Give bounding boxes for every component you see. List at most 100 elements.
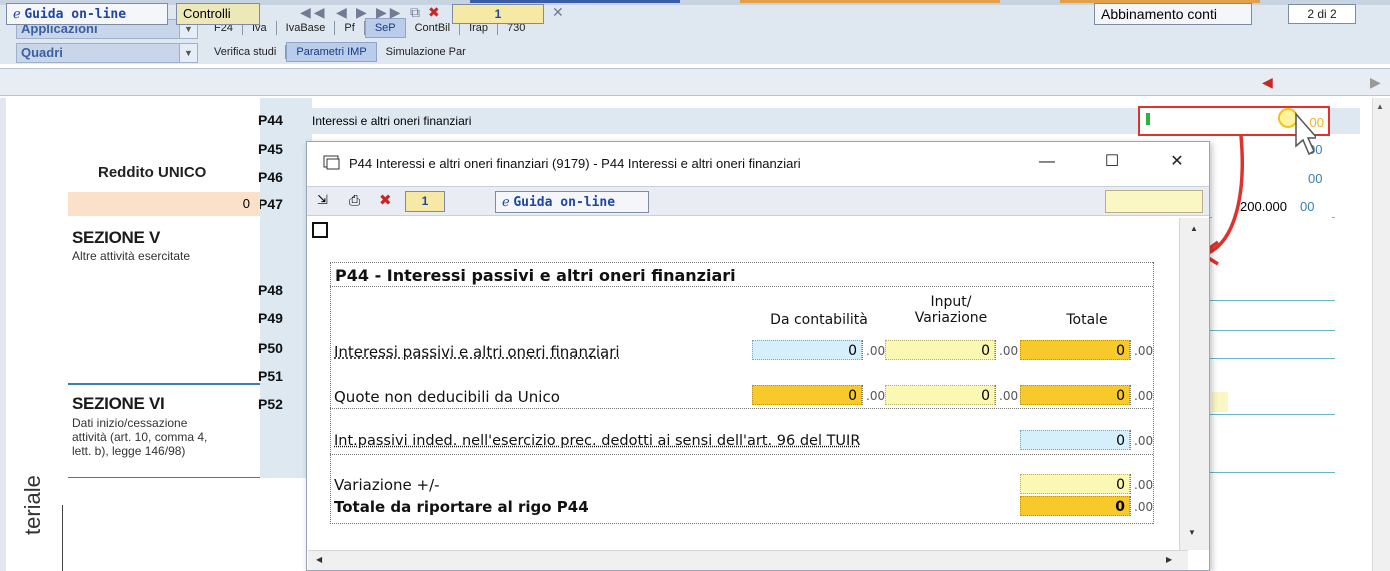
sezione-vi-line: lett. b), legge 146/98)	[72, 444, 186, 458]
controlli-label: Controlli	[183, 6, 231, 21]
vertical-rule	[62, 505, 63, 571]
guida-label: Guida on-line	[513, 195, 616, 210]
tab-verifica-studi[interactable]: Verifica studi	[205, 45, 287, 59]
popup-titlebar[interactable]: P44 Interessi e altri oneri finanziari (…	[307, 142, 1209, 186]
row-code-p47: P47	[258, 196, 283, 212]
row-label-variazione: Variazione +/-	[334, 476, 440, 494]
next-form-icon[interactable]: ▶	[1370, 74, 1381, 91]
copy-page-icon[interactable]: ⧉	[410, 4, 423, 21]
popup-horizontal-scrollbar[interactable]: ◀ ▶	[308, 550, 1188, 570]
sezione-v-subtitle: Altre attività esercitate	[72, 249, 191, 263]
abbinamento-label: Abbinamento conti	[1101, 6, 1217, 22]
section-divider	[68, 383, 260, 385]
sezione-vi-line: Dati inizio/cessazione	[72, 416, 188, 430]
status-marker	[1146, 113, 1150, 125]
chevron-down-icon[interactable]: ▼	[179, 44, 197, 62]
cents-label: .00	[1130, 430, 1154, 450]
totale-da-riportare-field[interactable]: 0	[1020, 496, 1130, 516]
reddito-value-text: 0	[242, 196, 250, 211]
cursor-click-icon	[1278, 108, 1316, 156]
cents-label: .00	[1130, 340, 1154, 360]
col-header-totale: Totale	[1066, 312, 1108, 328]
cents-label: .00	[1130, 474, 1154, 494]
int-passivi-field[interactable]: 0	[1020, 430, 1130, 450]
da-contabilita-field[interactable]: 0	[752, 340, 862, 360]
row-code-p51: P51	[258, 368, 283, 384]
divider	[1210, 414, 1335, 415]
main-scrollbar[interactable]: ▲	[1372, 98, 1390, 571]
prev-form-icon[interactable]: ◀	[1262, 74, 1273, 91]
prev-page-icon[interactable]: ◀	[336, 4, 350, 21]
popup-content: P44 - Interessi passivi e altri oneri fi…	[308, 218, 1178, 548]
maximize-icon[interactable]: ☐	[1102, 152, 1122, 172]
variazione-field[interactable]: 0	[1020, 474, 1130, 494]
popup-title: P44 Interessi e altri oneri finanziari (…	[349, 156, 801, 171]
col-header-input-line: Input/	[930, 294, 972, 310]
divider	[1210, 358, 1335, 359]
main-toolbar	[0, 68, 1390, 96]
import-icon[interactable]: ⇲	[317, 192, 328, 208]
tab-sep[interactable]: SeP	[364, 18, 406, 38]
row-code-p49: P49	[258, 310, 283, 326]
col-header-input-line: Variazione	[914, 310, 988, 326]
row-p44-label: Interessi e altri oneri finanziari	[312, 114, 472, 128]
totale-field[interactable]: 0	[1020, 385, 1130, 405]
da-contabilita-field[interactable]: 0	[752, 385, 862, 405]
p46-cents: 00	[1308, 171, 1323, 186]
row-label-totale-da-riportare: Totale da riportare al rigo P44	[334, 498, 589, 516]
divider	[1210, 472, 1335, 473]
popup-heading: P44 - Interessi passivi e altri oneri fi…	[335, 266, 736, 285]
input-variazione-field[interactable]: 0	[885, 340, 995, 360]
left-margin	[0, 98, 6, 571]
delete-page-icon[interactable]: ✖	[379, 191, 392, 209]
sezione-vi-title: SEZIONE VI	[72, 394, 165, 413]
tab-ivabase[interactable]: IvaBase	[277, 21, 336, 35]
col-header-input: Input/ Variazione	[884, 294, 1018, 326]
popup-guida-online-button[interactable]: ℯ Guida on-line	[495, 191, 649, 213]
controlli-button[interactable]: Controlli	[176, 3, 260, 25]
cents-label: .00	[1130, 385, 1154, 405]
sezione-v-title: SEZIONE V	[72, 228, 160, 247]
row-code-p46: P46	[258, 169, 283, 185]
row-label-interessi-passivi: Interessi passivi e altri oneri finanzia…	[334, 343, 620, 361]
cents-label: .00	[1130, 496, 1154, 516]
divider	[1210, 300, 1335, 301]
guida-label: Guida on-line	[24, 7, 127, 22]
sezione-vi-subtitle: Dati inizio/cessazione attività (art. 10…	[72, 416, 207, 458]
row-code-p44: P44	[258, 112, 283, 128]
section-divider	[68, 477, 260, 478]
reddito-unico-value: 0	[68, 192, 260, 216]
popup-page-number[interactable]: 1	[405, 191, 445, 212]
popup-vertical-scrollbar[interactable]: ▲ ▼	[1179, 218, 1209, 550]
next-page-icon[interactable]: ▶	[356, 4, 370, 21]
row-code-p48: P48	[258, 282, 283, 298]
last-page-icon[interactable]: ▶▶	[376, 4, 404, 21]
page-number-field[interactable]: 1	[452, 4, 544, 24]
divider	[1210, 330, 1335, 331]
row-label-quote-non-deducibili: Quote non deducibili da Unico	[334, 388, 560, 406]
tab-pf[interactable]: Pf	[335, 21, 365, 35]
totale-field[interactable]: 0	[1020, 340, 1130, 360]
abbinamento-conti-button[interactable]: Abbinamento conti	[1094, 3, 1252, 25]
input-variazione-field[interactable]: 0	[885, 385, 995, 405]
ie-icon: ℯ	[13, 6, 21, 21]
checkbox[interactable]	[312, 222, 328, 238]
popup-window: P44 Interessi e altri oneri finanziari (…	[306, 141, 1210, 571]
p52-field[interactable]	[1212, 392, 1228, 412]
cents-label: .00	[862, 385, 886, 405]
combo-label: Quadri	[21, 45, 63, 60]
guida-online-button[interactable]: ℯ Guida on-line	[6, 3, 168, 25]
sub-tabs: Verifica studi Parametri IMP Simulazione…	[205, 42, 475, 62]
delete-icon[interactable]: ✕	[552, 4, 567, 21]
minimize-icon[interactable]: —	[1037, 152, 1057, 172]
quadri-combo[interactable]: Quadri ▼	[16, 43, 198, 63]
sezione-vi-line: attività (art. 10, comma 4,	[72, 430, 208, 444]
tab-simulazione-par[interactable]: Simulazione Par	[377, 45, 475, 59]
print-icon[interactable]: ⎙	[349, 192, 360, 209]
delete-page-icon[interactable]: ✖	[428, 4, 443, 21]
tab-parametri-imp[interactable]: Parametri IMP	[286, 42, 377, 62]
close-icon[interactable]: ✕	[1167, 152, 1187, 172]
popup-toolbar: ⇲ ⎙ ✖ 1 ℯ Guida on-line	[307, 186, 1209, 216]
col-header-contabilita: Da contabilità	[770, 312, 868, 328]
first-page-icon[interactable]: ◀◀	[300, 4, 328, 21]
